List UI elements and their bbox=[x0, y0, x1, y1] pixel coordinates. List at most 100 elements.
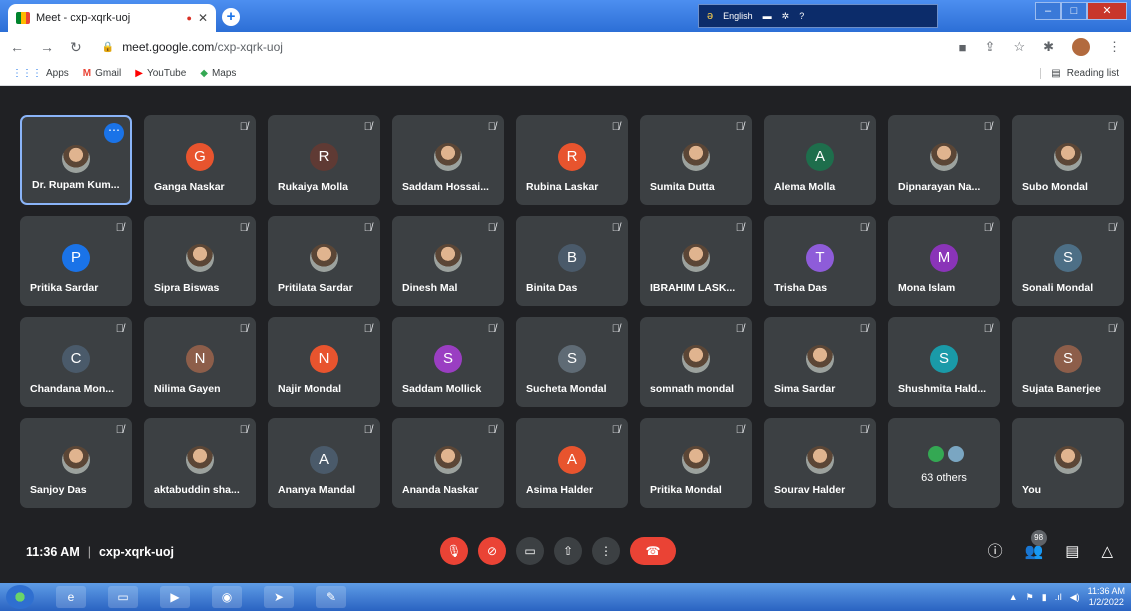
menu-icon[interactable]: ⋮ bbox=[1108, 39, 1121, 55]
youtube-icon: ▶ bbox=[135, 68, 143, 79]
mic-muted-icon: 🎙̸ bbox=[859, 222, 868, 234]
close-window-icon[interactable]: ✕ bbox=[1087, 2, 1127, 20]
folder-icon[interactable]: ▭ bbox=[108, 586, 138, 608]
others-tile[interactable]: 63 others bbox=[888, 418, 1000, 508]
participant-tile[interactable]: 🎙̸ R Rubina Laskar bbox=[516, 115, 628, 205]
participant-tile[interactable]: 🎙̸ S Sucheta Mondal bbox=[516, 317, 628, 407]
lock-icon[interactable]: 🔒 bbox=[102, 42, 114, 53]
participant-tile[interactable]: ⋯ Dr. Rupam Kum... bbox=[20, 115, 132, 205]
bookmark-youtube[interactable]: ▶ YouTube bbox=[135, 68, 186, 79]
minimize-icon[interactable]: – bbox=[1035, 2, 1061, 20]
captions-button[interactable]: ▭ bbox=[516, 537, 544, 565]
start-button[interactable] bbox=[6, 585, 34, 609]
participant-name: Alema Molla bbox=[774, 181, 836, 193]
participant-tile[interactable]: 🎙̸ Pritilata Sardar bbox=[268, 216, 380, 306]
keyboard-icon[interactable]: ▬ bbox=[763, 11, 772, 21]
app-icon[interactable]: ✎ bbox=[316, 586, 346, 608]
new-tab-button[interactable]: + bbox=[222, 8, 240, 26]
camera-icon[interactable]: ■ bbox=[959, 40, 967, 55]
others-count: 63 others bbox=[921, 472, 967, 484]
telegram-icon[interactable]: ➤ bbox=[264, 586, 294, 608]
avatar: S bbox=[1054, 244, 1082, 272]
tile-more-options-icon[interactable]: ⋯ bbox=[104, 123, 124, 143]
participant-tile[interactable]: 🎙̸ R Rukaiya Molla bbox=[268, 115, 380, 205]
signal-icon[interactable]: .ıl bbox=[1055, 592, 1062, 602]
participant-grid: ⋯ Dr. Rupam Kum... 🎙̸ G Ganga Naskar 🎙̸ R Rukai… bbox=[20, 115, 1130, 515]
network-icon[interactable]: ▮ bbox=[1042, 592, 1047, 603]
participant-tile[interactable]: 🎙̸ G Ganga Naskar bbox=[144, 115, 256, 205]
extensions-icon[interactable]: ✱ bbox=[1043, 39, 1054, 55]
flag-icon[interactable]: ⚑ bbox=[1026, 592, 1034, 603]
participant-tile[interactable]: 🎙̸ S Sujata Banerjee bbox=[1012, 317, 1124, 407]
volume-icon[interactable]: ◀) bbox=[1070, 592, 1080, 603]
help-icon[interactable]: ? bbox=[799, 11, 804, 21]
mic-off-button[interactable]: 🎙 bbox=[440, 537, 468, 565]
participant-tile[interactable]: 🎙̸ S Saddam Mollick bbox=[392, 317, 504, 407]
participant-tile[interactable]: 🎙̸ C Chandana Mon... bbox=[20, 317, 132, 407]
profile-avatar[interactable] bbox=[1072, 38, 1090, 56]
participant-tile[interactable]: 🎙̸ Subo Mondal bbox=[1012, 115, 1124, 205]
browser-tab[interactable]: Meet - cxp-xqrk-uoj ● ✕ bbox=[8, 4, 216, 32]
leave-call-button[interactable]: ☎ bbox=[630, 537, 676, 565]
maximize-icon[interactable]: □ bbox=[1061, 2, 1087, 20]
participant-tile[interactable]: 🎙̸ N Najir Mondal bbox=[268, 317, 380, 407]
participant-tile[interactable]: 🎙̸ B Binita Das bbox=[516, 216, 628, 306]
participant-tile[interactable]: 🎙̸ Sima Sardar bbox=[764, 317, 876, 407]
participant-tile[interactable]: 🎙̸ A Ananya Mandal bbox=[268, 418, 380, 508]
more-options-button[interactable]: ⋮ bbox=[592, 537, 620, 565]
avatar bbox=[806, 446, 834, 474]
participant-tile[interactable]: 🎙̸ Ananda Naskar bbox=[392, 418, 504, 508]
participant-tile[interactable]: 🎙̸ T Trisha Das bbox=[764, 216, 876, 306]
meeting-side-controls: ⓘ 98 👥 ▤ △ bbox=[988, 529, 1113, 561]
participant-tile[interactable]: You bbox=[1012, 418, 1124, 508]
tray-up-icon[interactable]: ▲ bbox=[1009, 592, 1018, 602]
chat-icon[interactable]: ▤ bbox=[1065, 542, 1079, 560]
language-label[interactable]: English bbox=[723, 11, 753, 21]
participant-tile[interactable]: 🎙̸ A Alema Molla bbox=[764, 115, 876, 205]
participant-tile[interactable]: 🎙̸ Sumita Dutta bbox=[640, 115, 752, 205]
participant-tile[interactable]: 🎙̸ aktabuddin sha... bbox=[144, 418, 256, 508]
ie-icon[interactable]: e bbox=[56, 586, 86, 608]
media-player-icon[interactable]: ▶ bbox=[160, 586, 190, 608]
bookmark-maps[interactable]: ◆ Maps bbox=[200, 68, 236, 79]
mic-muted-icon: 🎙̸ bbox=[859, 424, 868, 436]
bookmark-gmail[interactable]: M Gmail bbox=[83, 68, 121, 79]
close-tab-icon[interactable]: ✕ bbox=[198, 11, 208, 25]
camera-off-button[interactable]: ⊘ bbox=[478, 537, 506, 565]
meeting-code: cxp-xqrk-uoj bbox=[98, 545, 174, 559]
participant-tile[interactable]: 🎙̸ P Pritika Sardar bbox=[20, 216, 132, 306]
meeting-details-icon[interactable]: ⓘ bbox=[988, 540, 1003, 561]
activities-icon[interactable]: △ bbox=[1101, 542, 1113, 560]
participant-name: Ananya Mandal bbox=[278, 484, 356, 496]
participant-tile[interactable]: 🎙̸ Sipra Biswas bbox=[144, 216, 256, 306]
avatar bbox=[682, 143, 710, 171]
participant-tile[interactable]: 🎙̸ Dinesh Mal bbox=[392, 216, 504, 306]
participant-tile[interactable]: 🎙̸ Dipnarayan Na... bbox=[888, 115, 1000, 205]
reading-list-button[interactable]: ▤ Reading list bbox=[1040, 68, 1119, 79]
participant-tile[interactable]: 🎙̸ S Shushmita Hald... bbox=[888, 317, 1000, 407]
bookmark-apps[interactable]: ⋮⋮⋮ Apps bbox=[12, 68, 69, 79]
chrome-icon[interactable]: ◉ bbox=[212, 586, 242, 608]
participant-tile[interactable]: 🎙̸ A Asima Halder bbox=[516, 418, 628, 508]
participant-tile[interactable]: 🎙̸ IBRAHIM LASK... bbox=[640, 216, 752, 306]
share-icon[interactable]: ⇪ bbox=[985, 39, 996, 55]
participant-tile[interactable]: 🎙̸ somnath mondal bbox=[640, 317, 752, 407]
back-icon[interactable]: ← bbox=[10, 39, 24, 55]
present-button[interactable]: ⇧ bbox=[554, 537, 582, 565]
url-field[interactable]: meet.google.com/cxp-xqrk-uoj bbox=[122, 40, 283, 54]
participant-tile[interactable]: 🎙̸ Sanjoy Das bbox=[20, 418, 132, 508]
participant-tile[interactable]: 🎙̸ Saddam Hossai... bbox=[392, 115, 504, 205]
bookmark-star-icon[interactable]: ☆ bbox=[1013, 39, 1025, 55]
participant-name: Rubina Laskar bbox=[526, 181, 599, 193]
participant-tile[interactable]: 🎙̸ Pritika Mondal bbox=[640, 418, 752, 508]
meet-favicon-icon bbox=[16, 12, 30, 24]
forward-icon[interactable]: → bbox=[40, 39, 54, 55]
settings-icon[interactable]: ✲ bbox=[782, 11, 790, 22]
participant-tile[interactable]: 🎙̸ M Mona Islam bbox=[888, 216, 1000, 306]
participant-tile[interactable]: 🎙̸ S Sonali Mondal bbox=[1012, 216, 1124, 306]
participant-tile[interactable]: 🎙̸ N Nilima Gayen bbox=[144, 317, 256, 407]
reload-icon[interactable]: ↻ bbox=[70, 39, 82, 56]
participant-tile[interactable]: 🎙̸ Sourav Halder bbox=[764, 418, 876, 508]
people-button[interactable]: 98 👥 bbox=[1025, 529, 1047, 560]
system-clock[interactable]: 11:36 AM 1/2/2022 bbox=[1088, 586, 1125, 608]
